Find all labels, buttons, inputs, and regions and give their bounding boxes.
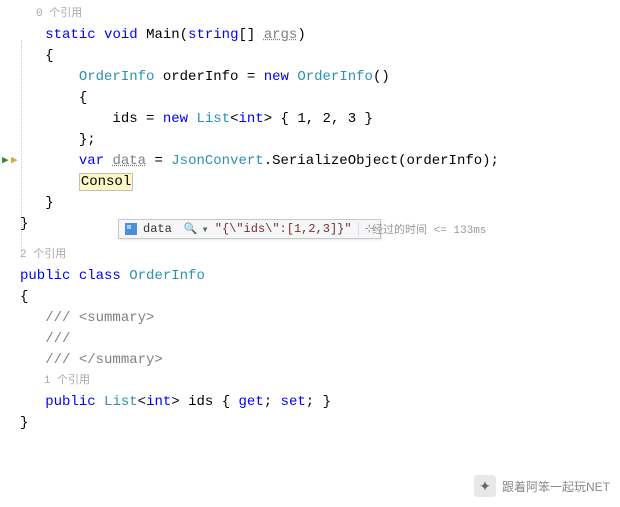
code-line[interactable]: { xyxy=(20,287,620,308)
code-line[interactable]: /// xyxy=(20,329,620,350)
watermark: ✦ 跟着阿笨一起玩NET xyxy=(474,475,610,497)
code-line[interactable]: { xyxy=(20,88,620,109)
codelens-refs[interactable]: 0 个引用 xyxy=(20,4,620,25)
code-line[interactable]: /// </summary> xyxy=(20,350,620,371)
magnifier-icon[interactable]: 🔍 xyxy=(180,222,202,236)
code-line[interactable]: /// <summary> xyxy=(20,308,620,329)
code-line[interactable]: } xyxy=(20,413,620,434)
codelens-refs[interactable]: 1 个引用 xyxy=(20,371,620,392)
code-line[interactable]: } xyxy=(20,193,620,214)
step-arrow-icon: ▶ xyxy=(11,151,18,172)
code-line[interactable]: ids = new List<int> { 1, 2, 3 } xyxy=(20,109,620,130)
code-line[interactable]: static void Main(string[] args) xyxy=(20,25,620,46)
datatip-value: "{\"ids\":[1,2,3]}" xyxy=(213,222,358,236)
exec-arrow-icon: ▶ xyxy=(2,151,9,172)
current-statement[interactable]: Consol xyxy=(79,173,133,191)
code-editor[interactable]: 0 个引用 static void Main(string[] args) { … xyxy=(0,0,620,434)
code-line[interactable]: public List<int> ids { get; set; } xyxy=(20,392,620,413)
variable-icon xyxy=(125,223,137,235)
code-line[interactable]: }; xyxy=(20,130,620,151)
perf-tip[interactable]: 经过的时间 <= 133ms xyxy=(372,221,486,237)
code-line[interactable]: ▶▶ var data = JsonConvert.SerializeObjec… xyxy=(20,151,620,172)
datatip-name: data xyxy=(141,222,180,236)
chevron-down-icon[interactable]: ▾ xyxy=(202,222,213,237)
watermark-text: 跟着阿笨一起玩NET xyxy=(502,478,610,495)
code-line[interactable]: OrderInfo orderInfo = new OrderInfo() xyxy=(20,67,620,88)
code-line[interactable]: Consol xyxy=(20,172,620,193)
code-line[interactable]: { xyxy=(20,46,620,67)
wechat-icon: ✦ xyxy=(474,475,496,497)
codelens-refs[interactable]: 2 个引用 xyxy=(20,245,620,266)
debug-datatip[interactable]: data 🔍 ▾ "{\"ids\":[1,2,3]}" ⊹ xyxy=(118,219,381,239)
code-line[interactable]: public class OrderInfo xyxy=(20,266,620,287)
